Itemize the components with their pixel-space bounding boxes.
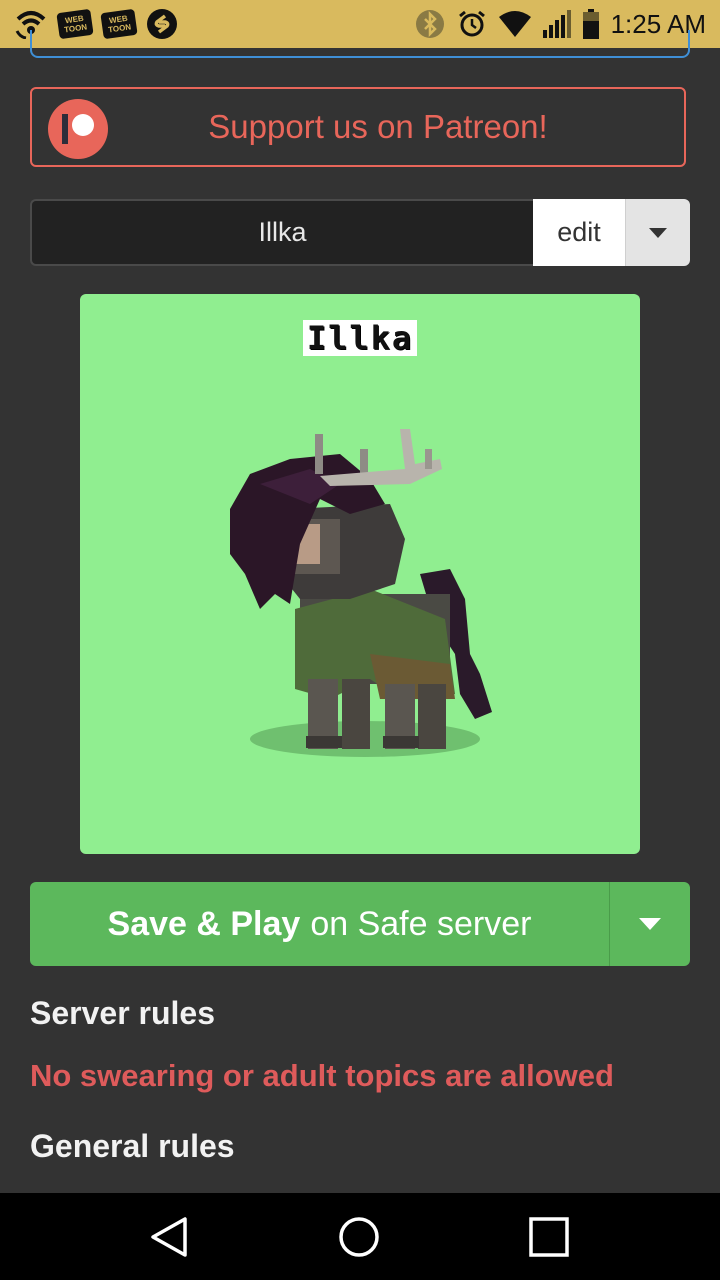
caret-down-icon: [639, 918, 661, 930]
server-dropdown-button[interactable]: [609, 882, 690, 966]
server-rules-warning: No swearing or adult topics are allowed: [30, 1058, 614, 1093]
server-select-field[interactable]: [30, 30, 690, 58]
recents-button[interactable]: [525, 1213, 573, 1261]
save-play-server-label: on Safe server: [310, 904, 532, 943]
pony-sprite: [230, 429, 492, 757]
back-button[interactable]: [145, 1213, 193, 1261]
edit-button[interactable]: edit: [533, 199, 625, 266]
patreon-button[interactable]: Support us on Patreon!: [30, 87, 686, 167]
character-name-field[interactable]: Illka: [30, 199, 533, 266]
back-icon: [151, 1217, 187, 1257]
home-button[interactable]: [335, 1213, 383, 1261]
save-play-button[interactable]: Save & Play on Safe server: [30, 882, 609, 966]
character-preview: Illka: [80, 294, 640, 854]
navigation-bar: [0, 1193, 720, 1280]
recents-icon: [529, 1217, 569, 1257]
general-rules-heading: General rules: [30, 1128, 235, 1164]
character-select: Illka edit: [30, 199, 690, 266]
pony-name-tag: Illka: [80, 320, 640, 356]
save-play-bold-label: Save & Play: [107, 904, 301, 943]
pony-name-text: Illka: [302, 320, 418, 356]
caret-down-icon: [649, 227, 667, 238]
home-icon: [339, 1217, 379, 1257]
patreon-icon: [48, 99, 108, 159]
server-rules-heading: Server rules: [30, 995, 216, 1031]
save-play-group: Save & Play on Safe server: [30, 882, 690, 966]
patreon-label: Support us on Patreon!: [208, 108, 548, 145]
character-dropdown-button[interactable]: [625, 199, 690, 266]
